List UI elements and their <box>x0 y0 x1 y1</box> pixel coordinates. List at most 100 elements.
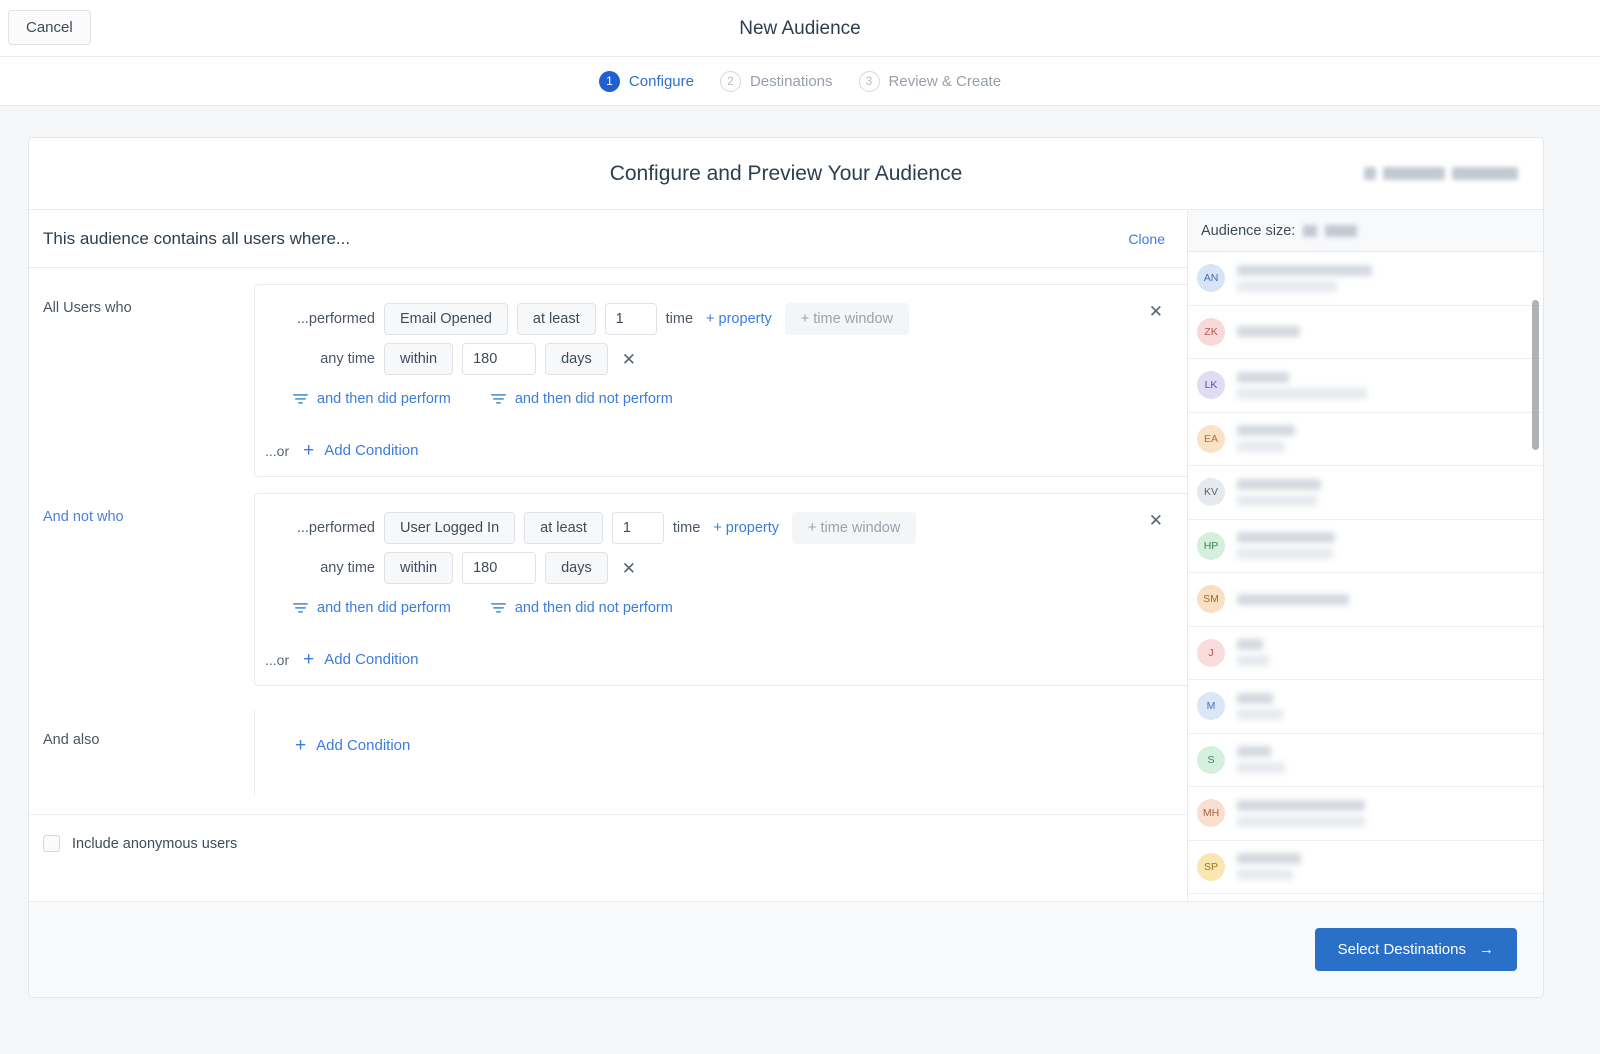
preview-row[interactable]: ZK <box>1188 306 1543 360</box>
page-title: New Audience <box>0 0 1600 57</box>
anytime-label-1: any time <box>293 351 375 367</box>
time-unit-select-1[interactable]: days <box>545 343 608 375</box>
and-then-did-not-perform-1[interactable]: and then did not perform <box>491 391 673 407</box>
count-input-1[interactable] <box>605 303 657 335</box>
time-operator-select-1[interactable]: within <box>384 343 453 375</box>
plus-icon: + <box>303 650 314 669</box>
preview-row[interactable]: J <box>1188 627 1543 681</box>
plus-icon: + <box>303 441 314 460</box>
preview-name-redacted <box>1237 594 1349 605</box>
step-number-1: 1 <box>599 71 620 92</box>
preview-name-redacted <box>1237 425 1295 452</box>
preview-name-redacted <box>1237 693 1283 720</box>
time-unit-select-2[interactable]: days <box>545 552 608 584</box>
select-destinations-button[interactable]: Select Destinations → <box>1315 928 1517 971</box>
preview-row[interactable]: SM <box>1188 573 1543 627</box>
step-number-3: 3 <box>859 71 880 92</box>
avatar: AN <box>1197 264 1225 292</box>
avatar: KV <box>1197 478 1225 506</box>
time-value-input-2[interactable] <box>462 552 536 584</box>
add-condition-label-2: Add Condition <box>324 651 418 668</box>
or-add-condition-row-2: ...or + Add Condition <box>255 620 1187 671</box>
preview-row[interactable]: HP <box>1188 520 1543 574</box>
count-input-2[interactable] <box>612 512 664 544</box>
add-time-window-chip-1[interactable]: + time window <box>785 303 909 335</box>
and-then-did-perform-1[interactable]: and then did perform <box>293 391 451 407</box>
include-anonymous-row: Include anonymous users <box>29 814 1187 852</box>
preview-row[interactable]: S <box>1188 734 1543 788</box>
arrow-right-icon: → <box>1479 941 1494 958</box>
step-configure[interactable]: 1 Configure <box>599 71 694 92</box>
audience-preview-list[interactable]: AN ZK LK EA KV HPSM JMSMH SP <box>1188 252 1543 920</box>
preview-row[interactable]: EA <box>1188 413 1543 467</box>
operator-select-2[interactable]: at least <box>524 512 603 544</box>
audience-preview-pane: Audience size: ANZKLKEAKVHPSMJMSMHSP <box>1188 210 1543 974</box>
preview-scrollbar[interactable] <box>1532 258 1539 913</box>
step-destinations[interactable]: 2 Destinations <box>720 71 833 92</box>
preview-scrollbar-thumb[interactable] <box>1532 300 1539 450</box>
preview-row[interactable]: LK <box>1188 359 1543 413</box>
and-then-did-not-perform-2[interactable]: and then did not perform <box>491 600 673 616</box>
avatar: J <box>1197 639 1225 667</box>
cancel-button[interactable]: Cancel <box>8 10 91 45</box>
or-label-2: ...or <box>265 652 289 668</box>
and-then-did-not-perform-label-2: and then did not perform <box>515 600 673 616</box>
add-condition-button-1[interactable]: + Add Condition <box>303 441 418 460</box>
condition-builder-pane: This audience contains all users where..… <box>29 210 1188 974</box>
filter-icon <box>293 602 308 615</box>
builder-heading: This audience contains all users where..… <box>43 229 1128 249</box>
add-property-link-1[interactable]: + property <box>702 311 776 327</box>
preview-row[interactable]: SP <box>1188 841 1543 895</box>
plus-icon: + <box>295 736 306 755</box>
count-unit-2: time <box>673 520 700 536</box>
preview-name-redacted <box>1237 532 1335 559</box>
event-select-1[interactable]: Email Opened <box>384 303 508 335</box>
top-bar: Cancel New Audience <box>0 0 1600 57</box>
preview-row[interactable]: KV <box>1188 466 1543 520</box>
preview-name-redacted <box>1237 639 1269 666</box>
step-number-2: 2 <box>720 71 741 92</box>
time-value-input-1[interactable] <box>462 343 536 375</box>
condition-group-and-also: And also + Add Condition <box>29 686 1187 796</box>
performed-label-2: ...performed <box>293 520 375 536</box>
preview-row[interactable]: MH <box>1188 787 1543 841</box>
and-also-body: + Add Condition <box>254 710 1187 796</box>
add-condition-button-2[interactable]: + Add Condition <box>303 650 418 669</box>
remove-time-window-icon-1[interactable]: ✕ <box>617 351 641 368</box>
step-review-create[interactable]: 3 Review & Create <box>859 71 1002 92</box>
condition-card-2: ...performed User Logged In at least tim… <box>254 493 1187 686</box>
audience-size-value-redacted-2 <box>1325 225 1357 237</box>
wizard-stepper: 1 Configure 2 Destinations 3 Review & Cr… <box>0 57 1600 106</box>
group-label-and-also: And also <box>29 710 254 796</box>
filter-icon <box>491 602 506 615</box>
add-condition-label-3: Add Condition <box>316 737 410 754</box>
then-links-row-1: and then did perform and then did not pe… <box>255 379 1187 411</box>
preview-name-redacted <box>1237 265 1372 292</box>
preview-row[interactable]: M <box>1188 680 1543 734</box>
condition-group-all-users: All Users who ...performed Email Opened … <box>29 268 1187 477</box>
preview-name-redacted <box>1237 746 1285 773</box>
time-operator-select-2[interactable]: within <box>384 552 453 584</box>
remove-condition-icon-2[interactable]: ✕ <box>1149 512 1163 529</box>
event-select-2[interactable]: User Logged In <box>384 512 515 544</box>
avatar: M <box>1197 692 1225 720</box>
add-condition-button-3[interactable]: + Add Condition <box>295 736 1187 755</box>
include-anonymous-checkbox[interactable] <box>43 835 60 852</box>
group-label-and-not-who[interactable]: And not who <box>29 493 254 686</box>
select-destinations-label: Select Destinations <box>1338 941 1466 958</box>
add-time-window-chip-2[interactable]: + time window <box>792 512 916 544</box>
preview-row[interactable]: AN <box>1188 252 1543 306</box>
step-label-destinations: Destinations <box>750 73 833 90</box>
count-unit-1: time <box>666 311 693 327</box>
avatar: LK <box>1197 371 1225 399</box>
avatar: SP <box>1197 853 1225 881</box>
and-then-did-perform-label-2: and then did perform <box>317 600 451 616</box>
add-property-link-2[interactable]: + property <box>709 520 783 536</box>
operator-select-1[interactable]: at least <box>517 303 596 335</box>
clone-link[interactable]: Clone <box>1128 231 1165 247</box>
add-condition-label-1: Add Condition <box>324 442 418 459</box>
remove-condition-icon-1[interactable]: ✕ <box>1149 303 1163 320</box>
remove-time-window-icon-2[interactable]: ✕ <box>617 560 641 577</box>
avatar: EA <box>1197 425 1225 453</box>
and-then-did-perform-2[interactable]: and then did perform <box>293 600 451 616</box>
